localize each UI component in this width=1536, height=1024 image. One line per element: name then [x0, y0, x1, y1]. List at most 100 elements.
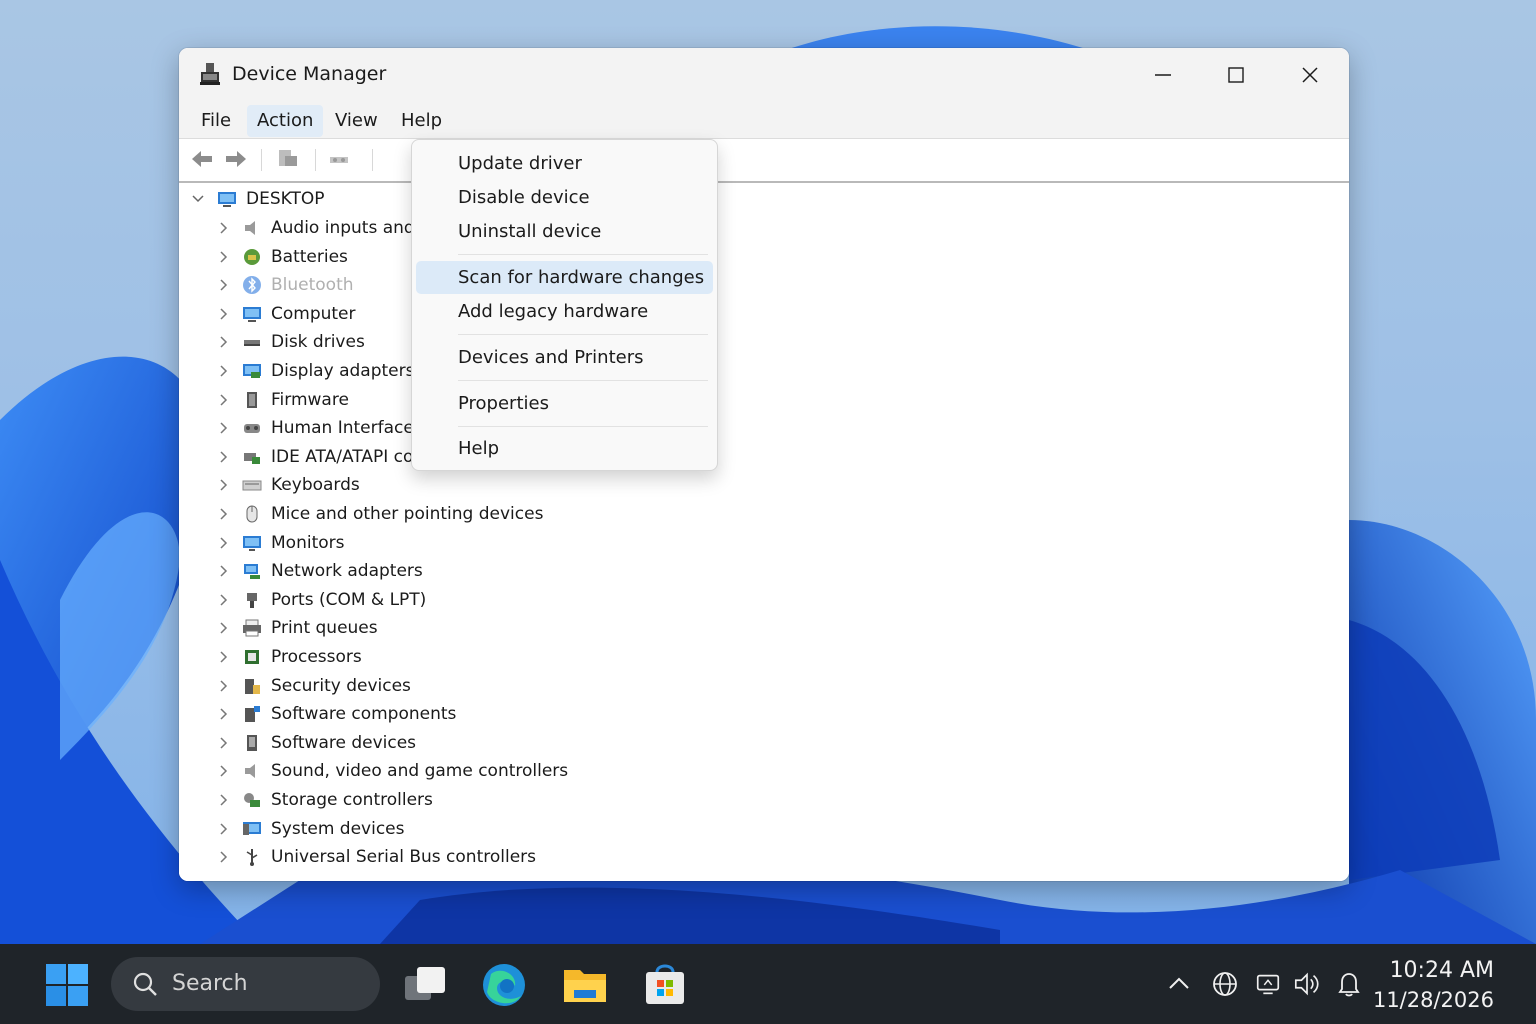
firmware-icon [247, 391, 257, 408]
close-button[interactable] [1274, 48, 1346, 102]
chevron-right-icon[interactable] [216, 364, 230, 378]
ctx-help[interactable]: Help [416, 432, 713, 465]
tree-item[interactable]: Disk drives [216, 329, 365, 355]
chevron-right-icon[interactable] [216, 335, 230, 349]
back-arrow-icon[interactable] [189, 147, 215, 171]
menu-view[interactable]: View [325, 105, 388, 137]
tree-item-label: Ports (COM & LPT) [271, 589, 427, 610]
tree-item[interactable]: Print queues [216, 615, 378, 641]
ctx-disable-device[interactable]: Disable device [416, 181, 713, 214]
chevron-right-icon[interactable] [216, 507, 230, 521]
ctx-add-legacy-hardware[interactable]: Add legacy hardware [416, 295, 713, 328]
chevron-right-icon[interactable] [216, 564, 230, 578]
tree-root-label: DESKTOP [246, 189, 325, 209]
chevron-right-icon[interactable] [216, 650, 230, 664]
tree-item[interactable]: Mice and other pointing devices [216, 501, 543, 527]
task-view-icon[interactable] [402, 962, 448, 1008]
tree-item-label: Display adapters [271, 361, 415, 381]
bell-icon [1338, 973, 1360, 997]
tree-item[interactable]: Software components [216, 701, 456, 727]
tree-item-label: Print queues [271, 618, 378, 639]
tree-item[interactable]: Software devices [216, 730, 416, 756]
action-context-menu: Update driver Disable device Uninstall d… [411, 139, 718, 471]
chevron-right-icon[interactable] [216, 707, 230, 721]
chevron-right-icon[interactable] [216, 793, 230, 807]
close-icon [1302, 67, 1318, 83]
display-adapter-icon [243, 364, 261, 378]
chevron-right-icon[interactable] [216, 478, 230, 492]
tree-item[interactable]: Security devices [216, 673, 411, 699]
storage-controller-icon [244, 793, 260, 807]
taskbar-clock[interactable]: 10:24 AM 11/28/2026 [1360, 956, 1494, 1014]
tree-item[interactable]: Monitors [216, 530, 344, 556]
security-device-icon [245, 678, 260, 694]
ctx-properties[interactable]: Properties [416, 387, 713, 420]
tree-item[interactable]: Sound, video and game controllers [216, 758, 568, 784]
menu-action[interactable]: Action [247, 105, 324, 137]
tree-item[interactable]: Audio inputs and o [216, 215, 431, 241]
chevron-right-icon[interactable] [216, 621, 230, 635]
chevron-right-icon[interactable] [216, 307, 230, 321]
chevron-right-icon[interactable] [216, 393, 230, 407]
chevron-right-icon[interactable] [216, 593, 230, 607]
tree-item[interactable]: System devices [216, 816, 405, 842]
tray-language-button[interactable] [1211, 968, 1239, 1000]
tree-item[interactable]: Processors [216, 644, 362, 670]
tree-item[interactable]: Computer [216, 301, 356, 327]
chevron-right-icon[interactable] [216, 822, 230, 836]
tree-item-label: Storage controllers [271, 790, 433, 810]
chevron-right-icon[interactable] [216, 421, 230, 435]
tray-volume-button[interactable] [1293, 968, 1321, 1000]
chevron-right-icon[interactable] [216, 278, 230, 292]
tree-item[interactable]: Universal Serial Bus controllers [216, 844, 536, 870]
tree-item-label: Network adapters [271, 561, 423, 582]
chevron-right-icon[interactable] [216, 764, 230, 778]
tray-overflow-button[interactable] [1165, 968, 1193, 1000]
chevron-right-icon[interactable] [216, 536, 230, 550]
taskbar-search-box[interactable]: Search [111, 957, 380, 1011]
menu-file[interactable]: File [191, 105, 241, 137]
tree-item[interactable]: Keyboards [216, 472, 360, 498]
properties-icon[interactable] [275, 147, 301, 171]
tree-item[interactable]: Batteries [216, 244, 348, 270]
maximize-icon [1228, 67, 1244, 83]
chevron-right-icon[interactable] [216, 679, 230, 693]
file-explorer-icon[interactable] [562, 962, 608, 1008]
chevron-right-icon[interactable] [216, 736, 230, 750]
keyboard-icon [242, 480, 262, 491]
tree-root-desktop[interactable]: DESKTOP [191, 186, 324, 212]
ide-controller-icon [244, 452, 260, 464]
ctx-update-driver[interactable]: Update driver [416, 147, 713, 180]
port-icon [247, 592, 257, 608]
scan-hardware-icon[interactable] [327, 147, 353, 171]
menu-help[interactable]: Help [391, 105, 452, 137]
tree-item[interactable]: Network adapters [216, 558, 423, 584]
store-icon[interactable] [642, 962, 688, 1008]
tree-item[interactable]: Ports (COM & LPT) [216, 587, 426, 613]
chevron-down-icon[interactable] [191, 192, 205, 206]
chevron-right-icon[interactable] [216, 250, 230, 264]
edge-icon[interactable] [481, 962, 527, 1008]
chevron-right-icon[interactable] [216, 850, 230, 864]
tray-notifications-button[interactable] [1335, 968, 1363, 1000]
ctx-devices-and-printers[interactable]: Devices and Printers [416, 341, 713, 374]
ctx-uninstall-device[interactable]: Uninstall device [416, 215, 713, 248]
tree-item[interactable]: Storage controllers [216, 787, 433, 813]
chevron-right-icon[interactable] [216, 221, 230, 235]
tree-item[interactable]: Bluetooth [216, 272, 354, 298]
chevron-right-icon[interactable] [216, 450, 230, 464]
windows-start-icon[interactable] [45, 963, 89, 1007]
network-icon [1256, 974, 1280, 995]
tray-network-button[interactable] [1254, 968, 1282, 1000]
tree-item[interactable]: Firmware [216, 387, 349, 413]
minimize-button[interactable] [1127, 48, 1199, 102]
minimize-icon [1155, 74, 1171, 76]
maximize-button[interactable] [1200, 48, 1272, 102]
forward-arrow-icon[interactable] [223, 147, 249, 171]
tree-item[interactable]: Human Interface De [216, 415, 443, 441]
ctx-scan-hardware-changes[interactable]: Scan for hardware changes [416, 261, 713, 294]
processor-icon [245, 650, 259, 664]
tree-item[interactable]: IDE ATA/ATAPI cont [216, 444, 431, 470]
tree-item-label: Mice and other pointing devices [271, 504, 544, 524]
tree-item[interactable]: Display adapters [216, 358, 414, 384]
